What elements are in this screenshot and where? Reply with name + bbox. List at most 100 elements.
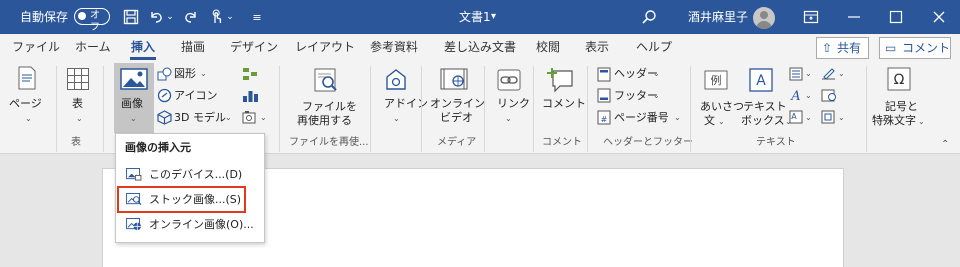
- greeting-label-1[interactable]: あいさつ: [700, 100, 744, 114]
- undo-icon[interactable]: [147, 8, 165, 26]
- minimize-icon[interactable]: [845, 8, 863, 26]
- online-video-icon[interactable]: [440, 68, 468, 90]
- link-icon[interactable]: [497, 69, 521, 91]
- reuse-files-label-1[interactable]: ファイルを: [302, 100, 357, 114]
- screenshot-icon[interactable]: [242, 110, 259, 125]
- tab-insert[interactable]: 挿入: [131, 39, 155, 55]
- touch-dropdown-icon[interactable]: ⌄: [225, 8, 235, 26]
- footer-icon[interactable]: [597, 88, 611, 103]
- smartart-icon[interactable]: [242, 67, 259, 81]
- tab-review[interactable]: 校閲: [536, 39, 560, 55]
- shapes-label[interactable]: 図形: [174, 67, 196, 81]
- header-label[interactable]: ヘッダー: [614, 67, 658, 81]
- redo-icon[interactable]: [182, 8, 200, 26]
- share-button[interactable]: ⇧ 共有: [816, 37, 869, 59]
- page-label[interactable]: ページ: [9, 97, 42, 111]
- user-name[interactable]: 酒井麻里子: [688, 9, 748, 25]
- symbols-label-1[interactable]: 記号と: [885, 100, 918, 114]
- 3d-model-chevron-icon[interactable]: ⌄: [225, 113, 232, 123]
- shapes-chevron-icon[interactable]: ⌄: [200, 69, 207, 79]
- textbox-icon[interactable]: A: [749, 68, 773, 92]
- date-time-icon[interactable]: [821, 88, 836, 102]
- textbox-label-1[interactable]: テキスト: [743, 100, 787, 114]
- object-icon[interactable]: [821, 110, 836, 124]
- quick-parts-icon[interactable]: [789, 67, 803, 81]
- picture-icon[interactable]: [120, 68, 148, 90]
- new-comment-icon[interactable]: [546, 67, 574, 93]
- comments-button[interactable]: ▭ コメント: [879, 37, 951, 59]
- menu-item-online-images[interactable]: オンライン画像(O)...: [116, 213, 266, 237]
- menu-item-this-device[interactable]: このデバイス...(D): [116, 163, 266, 187]
- online-video-label-2[interactable]: ビデオ: [440, 111, 473, 125]
- wordart-icon[interactable]: A: [789, 88, 803, 102]
- wordart-chevron-icon[interactable]: ⌄: [805, 91, 812, 101]
- signature-chevron-icon[interactable]: ⌄: [838, 69, 845, 79]
- header-chevron-icon[interactable]: ⌄: [653, 69, 660, 79]
- ribbon-display-icon[interactable]: [802, 8, 820, 26]
- tab-home[interactable]: ホーム: [75, 39, 111, 55]
- tab-design[interactable]: デザイン: [230, 39, 278, 55]
- footer-label[interactable]: フッター: [614, 89, 658, 103]
- tab-layout[interactable]: レイアウト: [295, 39, 355, 55]
- customize-toolbar-icon[interactable]: ≡: [248, 8, 266, 26]
- quick-parts-chevron-icon[interactable]: ⌄: [805, 69, 812, 79]
- signature-line-icon[interactable]: [821, 67, 836, 81]
- image-chevron-icon[interactable]: ⌄: [130, 114, 137, 124]
- image-label[interactable]: 画像: [121, 97, 143, 111]
- tab-mailings[interactable]: 差し込み文書: [444, 39, 516, 55]
- divider: [690, 66, 691, 152]
- link-label[interactable]: リンク: [497, 97, 530, 111]
- symbol-icon[interactable]: Ω: [887, 67, 911, 91]
- avatar[interactable]: [753, 7, 775, 29]
- tab-help[interactable]: ヘルプ: [636, 39, 672, 55]
- search-icon[interactable]: [640, 8, 658, 26]
- reuse-files-label-2[interactable]: 再使用する: [297, 114, 352, 128]
- save-icon[interactable]: [122, 8, 140, 26]
- group-label-reuse: ファイルを再使...: [289, 137, 369, 148]
- touch-mode-icon[interactable]: [207, 8, 225, 26]
- shapes-icon[interactable]: [157, 67, 172, 81]
- comment-label[interactable]: コメント: [542, 97, 586, 111]
- online-video-label-1[interactable]: オンライン: [430, 97, 485, 111]
- reuse-files-icon[interactable]: [312, 67, 340, 93]
- autosave-toggle[interactable]: オフ: [74, 8, 110, 33]
- table-icon[interactable]: [66, 67, 90, 91]
- chart-icon[interactable]: [242, 88, 259, 103]
- page-number-label[interactable]: ページ番号: [614, 111, 669, 125]
- menu-item-label: このデバイス...(D): [149, 168, 243, 181]
- screenshot-chevron-icon[interactable]: ⌄: [260, 113, 267, 123]
- page-number-chevron-icon[interactable]: ⌄: [674, 113, 681, 123]
- table-label[interactable]: 表: [72, 97, 83, 111]
- collapse-ribbon-icon[interactable]: ⌃: [941, 140, 949, 150]
- page-chevron-icon[interactable]: ⌄: [25, 114, 32, 124]
- drop-cap-chevron-icon[interactable]: ⌄: [805, 113, 812, 123]
- textbox-label-2[interactable]: ボックス: [741, 114, 785, 128]
- symbols-chevron-icon[interactable]: ⌄: [918, 117, 925, 127]
- tab-view[interactable]: 表示: [585, 39, 609, 55]
- page-number-icon[interactable]: #: [597, 110, 611, 125]
- title-chevron-icon[interactable]: ▾: [491, 9, 496, 25]
- header-icon[interactable]: [597, 67, 611, 82]
- tab-file[interactable]: ファイル: [12, 39, 60, 55]
- footer-chevron-icon[interactable]: ⌄: [653, 91, 660, 101]
- table-chevron-icon[interactable]: ⌄: [76, 114, 83, 124]
- tab-draw[interactable]: 描画: [181, 39, 205, 55]
- drop-cap-icon[interactable]: A: [789, 110, 803, 124]
- undo-dropdown-icon[interactable]: ⌄: [165, 8, 175, 26]
- page-icon[interactable]: [16, 66, 38, 90]
- link-chevron-icon[interactable]: ⌄: [505, 114, 512, 124]
- close-icon[interactable]: [930, 8, 948, 26]
- object-chevron-icon[interactable]: ⌄: [838, 113, 845, 123]
- addin-chevron-icon[interactable]: ⌄: [393, 114, 400, 124]
- 3d-model-icon[interactable]: [157, 110, 172, 125]
- symbols-label-2[interactable]: 特殊文字: [872, 114, 916, 128]
- tab-references[interactable]: 参考資料: [370, 39, 418, 55]
- addin-icon[interactable]: [384, 68, 408, 92]
- 3d-model-label[interactable]: 3D モデル: [174, 111, 226, 125]
- icons-label[interactable]: アイコン: [174, 89, 217, 103]
- icons-icon[interactable]: [157, 88, 172, 103]
- greeting-label-2[interactable]: 文: [704, 114, 715, 128]
- greeting-chevron-icon[interactable]: ⌄: [718, 117, 725, 127]
- greeting-icon[interactable]: 例: [704, 70, 728, 90]
- maximize-icon[interactable]: [887, 8, 905, 26]
